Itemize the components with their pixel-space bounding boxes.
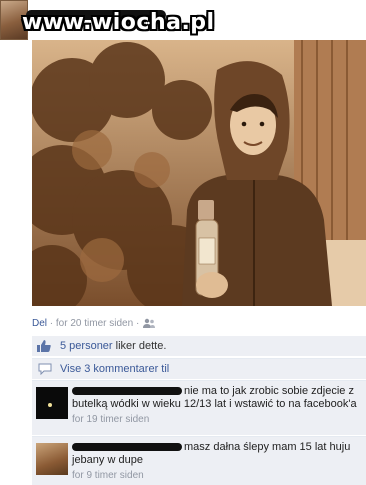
post-photo[interactable] bbox=[32, 40, 366, 306]
redacted-commenter-name bbox=[72, 387, 182, 396]
comment-timestamp[interactable]: for 19 timer siden bbox=[72, 413, 362, 426]
delete-link[interactable]: Del bbox=[32, 318, 47, 329]
likes-text: 5 personer liker dette. bbox=[60, 340, 166, 352]
comment-body: masz dałna ślepy mam 15 lat huju jebany … bbox=[72, 441, 362, 482]
commenter-avatar[interactable] bbox=[36, 443, 68, 475]
friends-icon bbox=[142, 318, 156, 329]
thumb-up-icon[interactable] bbox=[36, 339, 52, 356]
comment-item: nie ma to jak zrobic sobie zdjecie z but… bbox=[32, 380, 366, 435]
view-comments-link[interactable]: Vise 3 kommentarer til bbox=[60, 363, 169, 375]
post-timestamp[interactable]: · for 20 timer siden · bbox=[50, 318, 139, 329]
post-meta: Del · for 20 timer siden · bbox=[32, 318, 156, 329]
comment-timestamp[interactable]: for 9 timer siden bbox=[72, 469, 362, 482]
speech-bubble-icon bbox=[38, 363, 52, 378]
likes-suffix: liker dette. bbox=[112, 340, 167, 352]
photo-illustration bbox=[32, 40, 366, 306]
commenter-avatar[interactable] bbox=[36, 387, 68, 419]
redacted-commenter-name bbox=[72, 443, 182, 452]
comment-item: masz dałna ślepy mam 15 lat huju jebany … bbox=[32, 436, 366, 485]
likes-count-link[interactable]: 5 personer bbox=[60, 340, 113, 352]
watermark-logo: www.wiocha.pl bbox=[22, 10, 215, 35]
view-comments-row[interactable]: Vise 3 kommentarer til bbox=[32, 358, 366, 379]
comment-body: nie ma to jak zrobic sobie zdjecie z but… bbox=[72, 385, 362, 426]
likes-row: 5 personer liker dette. bbox=[32, 336, 366, 356]
header: www.wiocha.pl bbox=[0, 0, 366, 42]
